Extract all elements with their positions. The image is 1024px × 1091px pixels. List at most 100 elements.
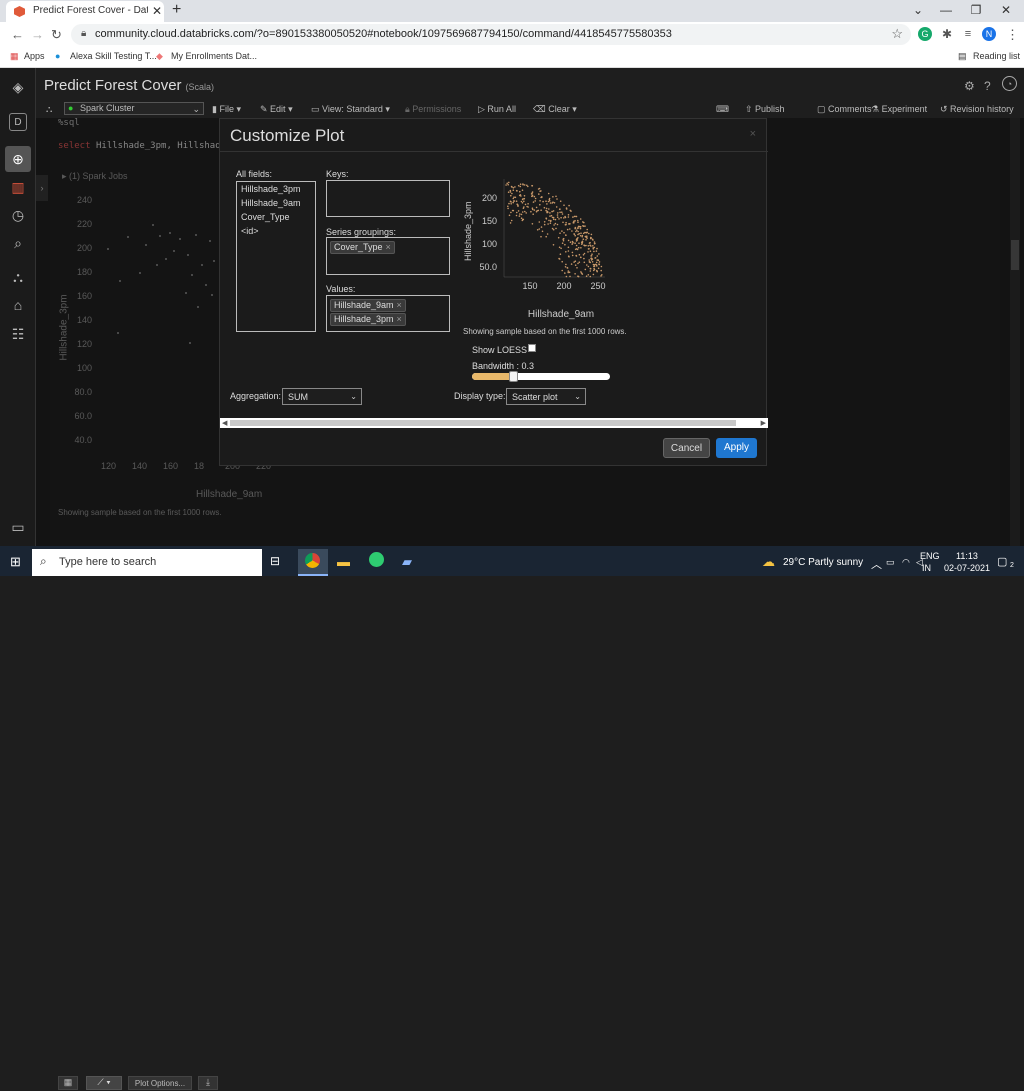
url-input[interactable]: 🔒︎ community.cloud.databricks.com/?o=890… [71, 24, 911, 45]
permissions-button[interactable]: 🔒︎ Permissions [405, 104, 461, 115]
minimize-icon[interactable]: — [936, 3, 956, 17]
edit-menu[interactable]: ✎ Edit ▾ [260, 104, 293, 115]
wifi-icon[interactable]: ◠ [902, 557, 910, 568]
notifications-count: 2 [1010, 562, 1014, 569]
bookmark-enrollments[interactable]: My Enrollments Dat... [171, 51, 257, 61]
chip-remove-icon[interactable]: × [386, 242, 391, 252]
bandwidth-slider[interactable] [472, 371, 610, 382]
field-item[interactable]: <id> [241, 226, 259, 236]
grammarly-taskbar-icon[interactable] [369, 552, 384, 567]
tray-expand-icon[interactable]: ︿ [871, 556, 882, 572]
file-explorer-icon[interactable]: ▬ [337, 554, 350, 569]
keys-drop-zone[interactable] [326, 180, 450, 217]
revision-history-button[interactable]: ↺ Revision history [940, 104, 1014, 115]
workspace-d-icon[interactable]: D [9, 113, 27, 131]
preview-y-tick: 150 [482, 216, 497, 226]
databricks-logo-icon[interactable]: ◈ [9, 78, 27, 96]
field-item[interactable]: Hillshade_9am [241, 198, 301, 208]
preview-point [558, 246, 561, 249]
cluster-select[interactable]: ● Spark Cluster ⌄ [64, 102, 204, 115]
preview-point [507, 191, 510, 193]
create-plus-icon[interactable]: ⊕ [5, 146, 31, 172]
value-chip[interactable]: Hillshade_3pm × [330, 313, 406, 326]
user-account-icon[interactable]: ◔ [1002, 76, 1017, 91]
display-type-select[interactable]: Scatter plot ⌄ [506, 388, 586, 405]
workspace-icon[interactable]: ▥ [9, 178, 27, 196]
experiment-button[interactable]: ⚗ Experiment [871, 104, 927, 115]
cancel-button[interactable]: Cancel [663, 438, 710, 458]
clock-time[interactable]: 11:13 [956, 551, 978, 561]
data-shapes-icon[interactable]: ⛬ [9, 268, 27, 286]
plot-options-button[interactable]: Plot Options... [128, 1076, 192, 1090]
aggregation-select[interactable]: SUM ⌄ [282, 388, 362, 405]
extensions-puzzle-icon[interactable]: ✱ [940, 27, 954, 41]
chart-type-select[interactable]: ⟋ ▾ [86, 1076, 122, 1090]
task-view-icon[interactable]: ⊟ [270, 554, 280, 568]
preview-point [600, 265, 603, 268]
taskbar-search-input[interactable]: ⌕ Type here to search [32, 549, 262, 576]
chip-remove-icon[interactable]: × [397, 314, 402, 324]
chip-remove-icon[interactable]: × [397, 300, 402, 310]
clear-menu[interactable]: ⌫ Clear ▾ [533, 104, 577, 115]
preview-point [585, 239, 587, 241]
maximize-icon[interactable]: ❐ [966, 3, 986, 17]
value-chip[interactable]: Hillshade_9am × [330, 299, 406, 312]
scrollbar-thumb[interactable] [230, 420, 736, 426]
grammarly-extension-icon[interactable]: G [918, 27, 932, 41]
sidebar-toggle-icon[interactable]: ▭ [9, 518, 27, 536]
publish-button[interactable]: ⇧ Publish [745, 104, 785, 115]
preview-point [548, 198, 551, 201]
bookmark-apps[interactable]: Apps [24, 51, 45, 61]
recents-clock-icon[interactable]: ◷ [9, 206, 27, 224]
profile-avatar[interactable]: N [982, 27, 996, 41]
comments-button[interactable]: ▢ Comments [817, 104, 872, 115]
table-view-icon[interactable]: ▦ [58, 1076, 78, 1090]
apply-button[interactable]: Apply [716, 438, 757, 458]
keyboard-icon[interactable]: ⌨ [716, 104, 729, 115]
forward-icon[interactable]: → [31, 27, 44, 42]
preview-point [555, 227, 557, 230]
file-menu[interactable]: ▮ File ▾ [212, 104, 241, 115]
browser-menu-icon[interactable]: ⋮ [1006, 27, 1019, 43]
series-groupings-drop-zone[interactable]: Cover_Type × [326, 237, 450, 275]
close-tab-icon[interactable]: ✕ [152, 4, 162, 18]
chevron-down-icon: ⌄ [350, 392, 357, 401]
view-menu[interactable]: ▭ View: Standard ▾ [311, 104, 390, 115]
scroll-right-icon[interactable]: ▶ [761, 419, 766, 427]
language-indicator[interactable]: ENG [920, 551, 940, 561]
battery-icon[interactable]: ▭ [886, 557, 895, 568]
bookmark-alexa[interactable]: Alexa Skill Testing T... [70, 51, 157, 61]
clusters-icon[interactable]: ⌂ [9, 296, 27, 314]
help-icon[interactable]: ? [984, 79, 991, 93]
tab-search-icon[interactable]: ⌄ [908, 3, 928, 17]
media-list-icon[interactable]: ≡ [961, 27, 975, 41]
weather-text[interactable]: 29°C Partly sunny [783, 557, 863, 568]
reading-list[interactable]: Reading list [973, 51, 1020, 61]
windows-start-icon[interactable]: ⊞ [10, 554, 21, 570]
show-loess-checkbox[interactable] [528, 344, 536, 352]
preview-scatter-plot: 200 150 100 50.0 150 200 250 Hillshade_3… [463, 179, 606, 320]
browser-tab[interactable]: Predict Forest Cover - Databricks ✕ [6, 1, 164, 22]
bookmark-star-icon[interactable]: ☆ [891, 26, 903, 42]
field-item[interactable]: Hillshade_3pm [241, 184, 301, 194]
field-item[interactable]: Cover_Type [241, 212, 290, 222]
preview-point [561, 242, 564, 244]
settings-icon[interactable]: ⚙ [964, 79, 975, 93]
preview-y-label: Hillshade_3pm [463, 201, 473, 261]
bandwidth-slider-handle[interactable] [509, 371, 518, 382]
download-icon[interactable]: ⤓ [198, 1076, 218, 1090]
series-chip[interactable]: Cover_Type × [330, 241, 395, 254]
window-close-icon[interactable]: ✕ [996, 3, 1016, 17]
run-all-button[interactable]: ▷ Run All [478, 104, 516, 115]
new-tab-icon[interactable]: + [172, 1, 181, 19]
values-drop-zone[interactable]: Hillshade_9am × Hillshade_3pm × [326, 295, 450, 332]
dialog-horizontal-scrollbar[interactable]: ◀ ▶ [220, 418, 768, 428]
jobs-list-icon[interactable]: ☷ [9, 325, 27, 343]
back-icon[interactable]: ← [11, 27, 24, 42]
scroll-left-icon[interactable]: ◀ [222, 419, 227, 427]
notifications-icon[interactable]: ▢ [997, 555, 1007, 568]
notepad-icon[interactable]: ▰ [402, 554, 412, 570]
search-icon[interactable]: ⌕ [9, 234, 27, 252]
reload-icon[interactable]: ↻ [51, 27, 62, 43]
close-icon[interactable]: × [750, 128, 756, 140]
